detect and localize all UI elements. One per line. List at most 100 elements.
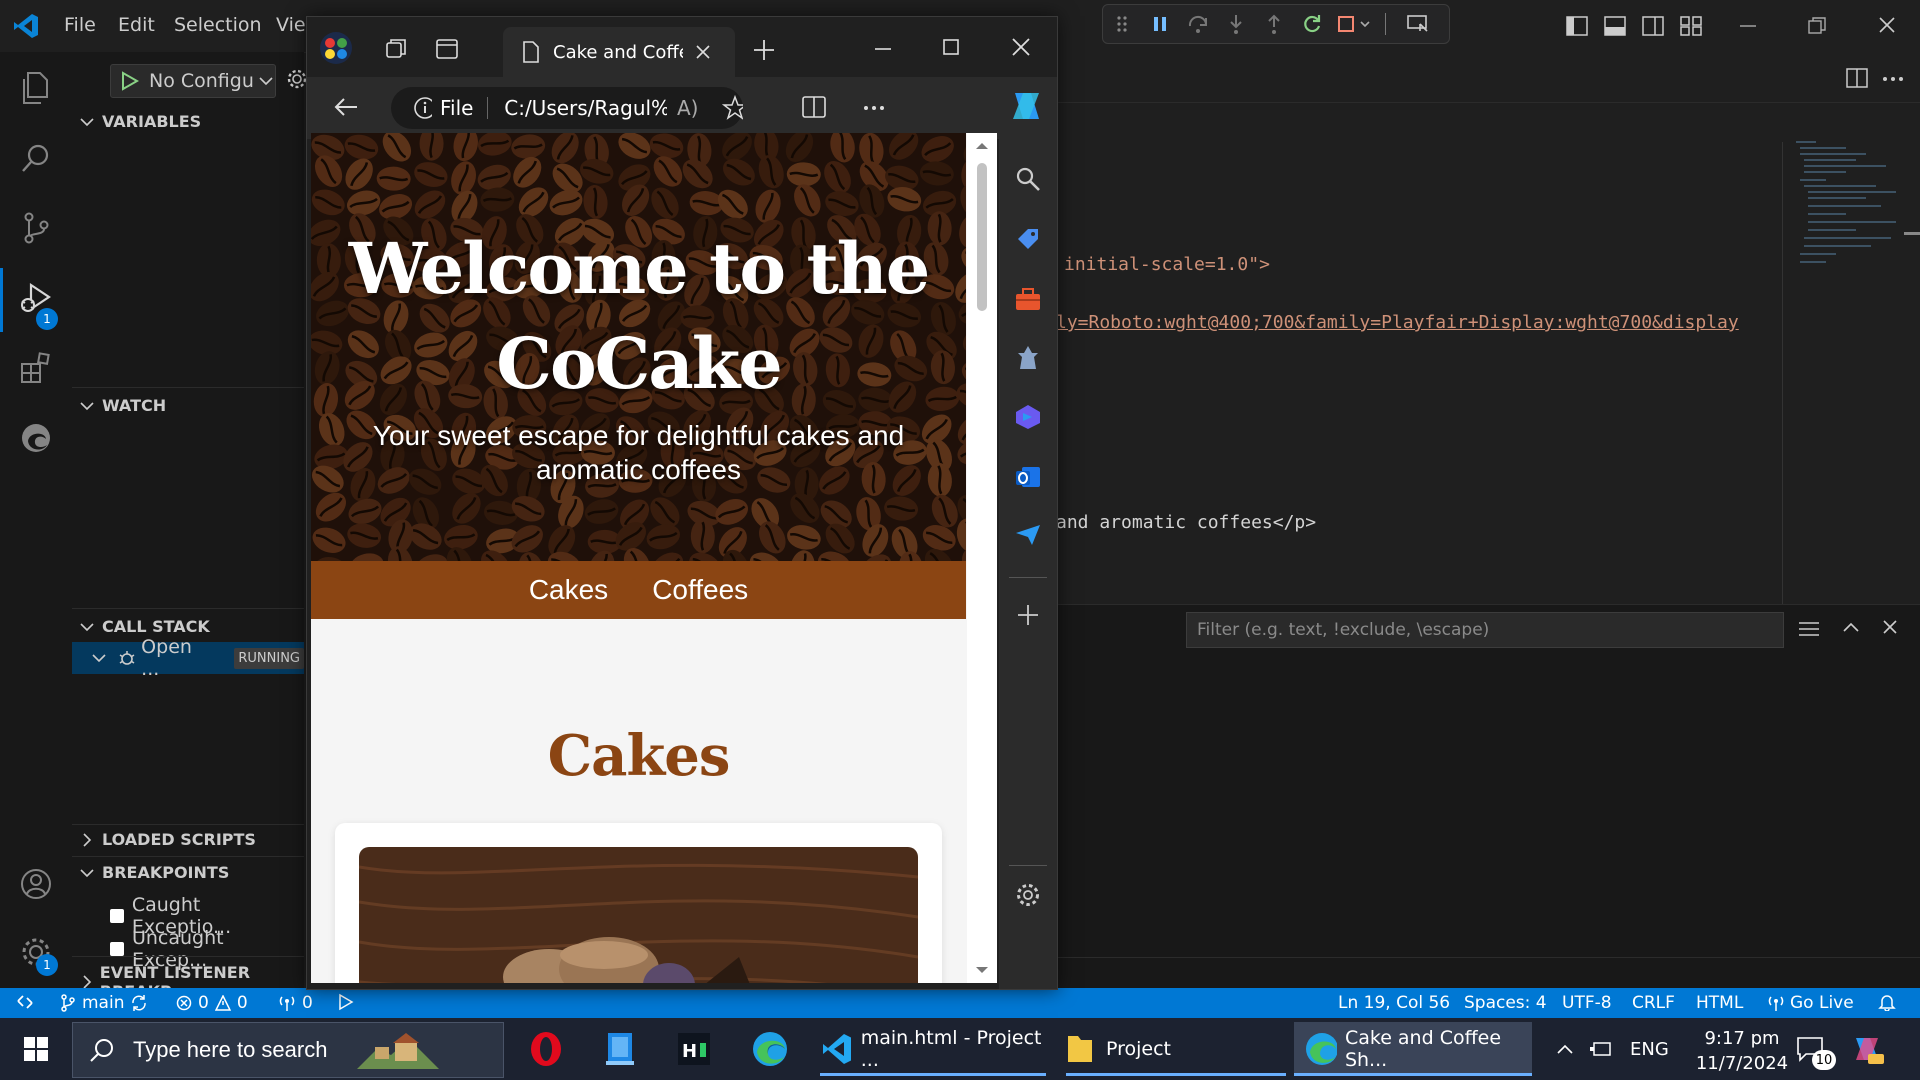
debug-launch-icon[interactable] <box>336 993 354 1011</box>
ports-indicator[interactable]: 0 <box>278 993 313 1013</box>
remote-icon[interactable] <box>16 993 34 1011</box>
new-tab-icon[interactable] <box>753 39 775 61</box>
nav-link-coffees[interactable]: Coffees <box>652 574 748 606</box>
step-over-icon[interactable] <box>1183 11 1213 37</box>
settings-more-icon[interactable] <box>863 105 885 111</box>
git-branch[interactable]: main <box>60 993 148 1013</box>
taskbar-app-explorer[interactable]: Project <box>1066 1022 1286 1076</box>
web-page-viewport[interactable]: Welcome to the CoCake Your sweet escape … <box>311 133 997 983</box>
running-badge: RUNNING <box>234 647 304 669</box>
address-bar[interactable]: File C:/Users/Ragul%20... A) <box>391 87 744 129</box>
toggle-primary-sidebar-icon[interactable] <box>1566 16 1588 36</box>
accounts-icon[interactable] <box>12 860 60 908</box>
tools-briefcase-icon[interactable] <box>1012 283 1044 315</box>
line-ending[interactable]: CRLF <box>1632 993 1675 1013</box>
language-indicator[interactable]: ENG <box>1630 1039 1669 1060</box>
restore-icon[interactable] <box>1808 17 1826 35</box>
toggle-secondary-sidebar-icon[interactable] <box>1642 16 1664 36</box>
back-icon[interactable] <box>333 95 359 119</box>
taskbar-search[interactable]: Type here to search <box>72 1022 504 1078</box>
close-icon[interactable] <box>1878 16 1896 34</box>
minimap[interactable] <box>1786 136 1906 276</box>
search-icon[interactable] <box>1012 163 1044 195</box>
code-editor[interactable]: initial-scale=1.0"> ly=Roboto:wght@400;7… <box>1056 52 1920 604</box>
split-screen-icon[interactable] <box>801 95 827 119</box>
explorer-icon[interactable] <box>12 64 60 112</box>
read-aloud-icon[interactable]: A) <box>677 96 698 120</box>
maximize-icon[interactable] <box>943 39 959 55</box>
loaded-scripts-section-header[interactable]: LOADED SCRIPTS <box>80 830 256 849</box>
search-icon[interactable] <box>12 134 60 182</box>
menu-file[interactable]: File <box>64 14 96 36</box>
call-stack-section-header[interactable]: CALL STACK <box>80 617 210 636</box>
close-panel-icon[interactable] <box>1882 619 1898 635</box>
drop-send-icon[interactable] <box>1012 519 1044 551</box>
edge-devtools-icon[interactable] <box>12 414 60 462</box>
encoding[interactable]: UTF-8 <box>1562 993 1612 1013</box>
settings-gear-icon[interactable] <box>286 68 308 90</box>
filter-input[interactable]: Filter (e.g. text, !exclude, \escape) <box>1186 612 1784 648</box>
call-stack-item[interactable]: Open ... RUNNING <box>72 636 304 680</box>
split-editor-icon[interactable] <box>1846 68 1868 88</box>
nav-link-cakes[interactable]: Cakes <box>529 574 608 606</box>
app-icon[interactable] <box>598 1022 642 1076</box>
run-config-select[interactable]: No Configu <box>110 64 276 98</box>
opera-icon[interactable] <box>524 1022 568 1076</box>
workspaces-icon[interactable] <box>385 37 409 61</box>
notifications-bell-icon[interactable] <box>1878 993 1896 1011</box>
language-mode[interactable]: HTML <box>1696 993 1743 1013</box>
taskbar-app-edge[interactable]: Cake and Coffee Sh... <box>1294 1022 1532 1076</box>
sidebar-settings-icon[interactable] <box>1012 879 1044 911</box>
vertical-tabs-icon[interactable] <box>435 37 459 61</box>
minimize-icon[interactable] <box>875 47 891 51</box>
maximize-panel-icon[interactable] <box>1842 621 1860 633</box>
checkbox[interactable] <box>110 909 124 923</box>
step-out-icon[interactable] <box>1259 11 1289 37</box>
problems-indicator[interactable]: 0 0 <box>176 993 248 1013</box>
code-line-link[interactable]: ly=Roboto:wght@400;700&family=Playfair+D… <box>1056 312 1739 333</box>
go-live-button[interactable]: Go Live <box>1768 993 1854 1013</box>
hackerrank-icon[interactable]: H <box>672 1022 716 1076</box>
page-scrollbar[interactable] <box>967 133 997 983</box>
show-hidden-icons-icon[interactable] <box>1556 1022 1576 1076</box>
shopping-tag-icon[interactable] <box>1012 223 1044 255</box>
clock[interactable]: 9:17 pm 11/7/2024 <box>1690 1026 1794 1076</box>
profile-avatar[interactable] <box>319 31 353 65</box>
minimize-icon[interactable] <box>1740 24 1756 28</box>
browser-tab-active[interactable]: Cake and Coffee <box>503 27 735 77</box>
extensions-icon[interactable] <box>12 344 60 392</box>
taskbar-app-vscode[interactable]: main.html - Project ... <box>820 1022 1046 1076</box>
windows-start-icon[interactable] <box>16 1022 56 1076</box>
menu-edit[interactable]: Edit <box>118 14 155 36</box>
customize-layout-icon[interactable] <box>1680 16 1702 36</box>
cake-card[interactable] <box>335 823 942 983</box>
restart-icon[interactable] <box>1297 11 1327 37</box>
copilot-icon[interactable] <box>1007 89 1045 125</box>
indentation[interactable]: Spaces: 4 <box>1464 993 1547 1013</box>
breakpoints-section-header[interactable]: BREAKPOINTS <box>80 863 229 882</box>
edge-icon[interactable] <box>748 1022 792 1076</box>
broadcast-icon <box>1768 996 1784 1011</box>
close-icon[interactable] <box>1011 37 1031 57</box>
add-sidebar-app-icon[interactable] <box>1012 599 1044 631</box>
toggle-panel-icon[interactable] <box>1604 16 1626 36</box>
step-into-icon[interactable] <box>1221 11 1251 37</box>
variables-section-header[interactable]: VARIABLES <box>80 112 201 131</box>
word-wrap-icon[interactable] <box>1798 621 1820 637</box>
more-actions-icon[interactable] <box>1882 76 1904 82</box>
network-battery-icon[interactable] <box>1588 1022 1616 1076</box>
games-icon[interactable] <box>1012 341 1044 373</box>
copilot-app-icon[interactable] <box>1012 401 1044 433</box>
source-control-icon[interactable] <box>12 204 60 252</box>
menu-selection[interactable]: Selection <box>174 14 262 36</box>
stop-icon[interactable] <box>1335 11 1375 37</box>
drag-handle-icon[interactable] <box>1107 11 1137 37</box>
inspect-icon[interactable] <box>1403 11 1433 37</box>
cursor-position[interactable]: Ln 19, Col 56 <box>1338 993 1450 1013</box>
checkbox[interactable] <box>110 942 124 956</box>
menu-view[interactable]: Vie <box>276 14 306 36</box>
watch-section-header[interactable]: WATCH <box>80 396 166 415</box>
copilot-icon[interactable] <box>1850 1022 1890 1076</box>
outlook-icon[interactable] <box>1012 461 1044 493</box>
pause-icon[interactable] <box>1145 11 1175 37</box>
